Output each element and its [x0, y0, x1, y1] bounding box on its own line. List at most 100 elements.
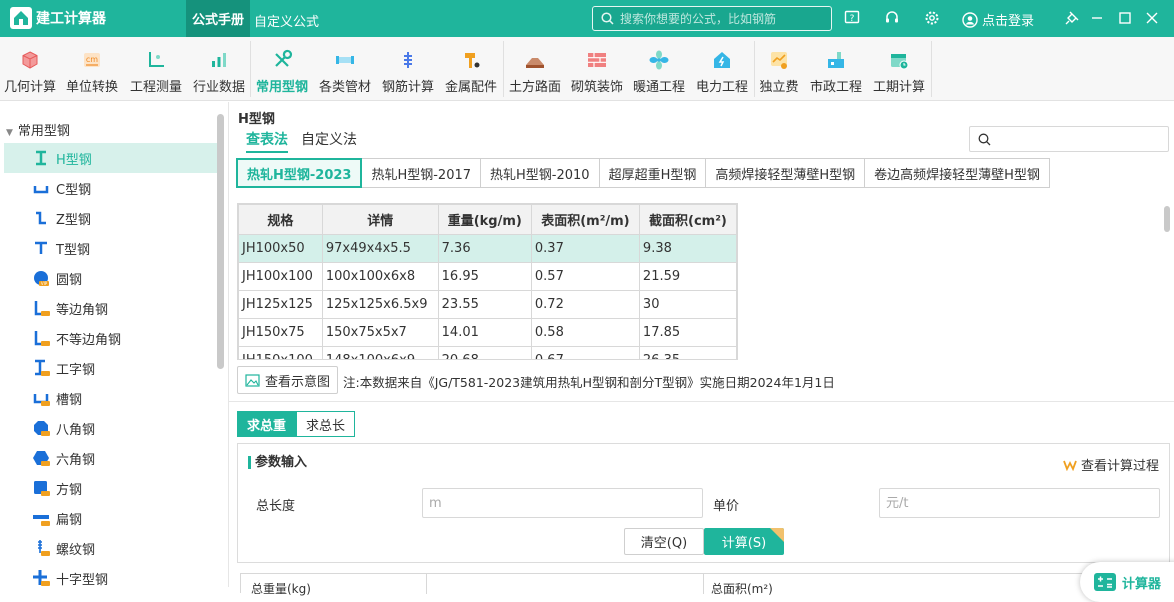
sidebar-item-rebar[interactable]: 螺纹钢 — [4, 533, 218, 563]
tool-independent-fee[interactable]: 独立费 — [756, 37, 802, 101]
tool-pipes[interactable]: 各类管材 — [314, 37, 376, 101]
divider — [703, 574, 704, 594]
cell: 148x100x6x9 — [321, 346, 439, 359]
cell: 0.37 — [530, 234, 640, 263]
table-search[interactable] — [969, 126, 1169, 152]
cell: JH125x125 — [238, 290, 323, 319]
caret-down-icon: ▼ — [6, 128, 13, 138]
sidebar-item-i-beam[interactable]: 工字钢 — [4, 353, 218, 383]
clear-button[interactable]: 清空(Q) — [624, 528, 704, 555]
round-bar-icon: VIP — [32, 269, 50, 287]
view-process-link[interactable]: 查看计算过程 — [1063, 455, 1159, 474]
std-tab-2010[interactable]: 热轧H型钢-2010 — [480, 158, 600, 188]
tool-municipal[interactable]: 市政工程 — [805, 37, 867, 101]
result-row: 总重量(kg) 总面积(m²) — [240, 573, 1170, 596]
wrench-icon — [271, 49, 293, 71]
sidebar-item-octagon-bar[interactable]: 八角钢 — [4, 413, 218, 443]
headset-icon[interactable] — [883, 9, 901, 27]
sidebar-item-t-section[interactable]: T型钢 — [4, 233, 218, 263]
vip-corner-badge — [770, 528, 784, 542]
tool-power[interactable]: 电力工程 — [691, 37, 753, 101]
tool-schedule[interactable]: 工期计算 — [869, 37, 929, 101]
col-header: 截面积(cm²) — [638, 204, 737, 235]
divider — [426, 574, 427, 594]
table-row[interactable]: JH150x75 150x75x5x7 14.01 0.58 17.85 — [238, 318, 737, 347]
tool-metal-fittings[interactable]: 金属配件 — [441, 37, 501, 101]
sidebar: ▼ 常用型钢 H型钢 C型钢 Z型钢 T型钢 VIP 圆钢 等边角钢 不等边角钢 工… — [0, 102, 229, 588]
calculate-button[interactable]: 计算(S) — [704, 528, 784, 555]
sidebar-item-channel[interactable]: 槽钢 — [4, 383, 218, 413]
cell: 0.58 — [530, 318, 640, 347]
axis-icon — [145, 49, 167, 71]
maximize-icon[interactable] — [1116, 9, 1134, 27]
sidebar-group[interactable]: ▼ 常用型钢 — [6, 120, 70, 139]
sidebar-item-h-beam[interactable]: H型钢 — [4, 143, 218, 173]
std-tab-heavy[interactable]: 超厚超重H型钢 — [598, 158, 707, 188]
cell: 0.67 — [530, 346, 640, 359]
tab-total-length[interactable]: 求总长 — [296, 411, 356, 437]
global-search-input[interactable] — [620, 11, 820, 26]
tab-total-weight[interactable]: 求总重 — [237, 411, 297, 437]
unit-price-input[interactable] — [879, 488, 1160, 518]
std-tab-2017[interactable]: 热轧H型钢-2017 — [361, 158, 482, 188]
tool-survey[interactable]: 工程测量 — [124, 37, 188, 101]
sidebar-item-z-section[interactable]: Z型钢 — [4, 203, 218, 233]
table-row[interactable]: JH150x100148x100x6x920.680.6726.35 — [238, 346, 737, 359]
table-row[interactable]: JH125x125 125x125x6.5x9 23.55 0.72 30 — [238, 290, 737, 319]
login-button[interactable]: 点击登录 — [962, 10, 1034, 29]
equal-angle-icon — [32, 299, 50, 317]
sidebar-item-square-bar[interactable]: 方钢 — [4, 473, 218, 503]
sidebar-item-c-channel[interactable]: C型钢 — [4, 173, 218, 203]
std-tab-hf-welded-lipped[interactable]: 卷边高频焊接轻型薄壁H型钢 — [864, 158, 1050, 188]
tool-steel-sections[interactable]: 常用型钢 — [252, 37, 312, 101]
main-panel: H型钢 查表法 自定义法 热轧H型钢-2023 热轧H型钢-2017 热轧H型钢… — [229, 102, 1174, 596]
tool-geometry[interactable]: 几何计算 — [0, 37, 60, 101]
view-diagram-button[interactable]: 查看示意图 — [237, 366, 339, 394]
pin-icon[interactable] — [1063, 9, 1081, 27]
municipal-icon — [825, 49, 847, 71]
tool-masonry[interactable]: 砌筑装饰 — [567, 37, 627, 101]
sidebar-item-cross-section[interactable]: 十字型钢 — [4, 563, 218, 593]
calculator-float-button[interactable]: 计算器 — [1080, 562, 1174, 602]
param-panel: 参数输入 查看计算过程 总长度 单价 清空(Q) 计算(S) — [237, 443, 1170, 563]
sidebar-item-unequal-angle[interactable]: 不等边角钢 — [4, 323, 218, 353]
image-icon — [245, 373, 260, 387]
cell: 0.57 — [530, 262, 640, 291]
table-row[interactable]: JH100x100 100x100x6x8 16.95 0.57 21.59 — [238, 262, 737, 291]
tool-industry-data[interactable]: 行业数据 — [189, 37, 249, 101]
close-icon[interactable] — [1143, 9, 1161, 27]
search-icon — [601, 12, 614, 25]
col-header: 重量(kg/m) — [437, 204, 532, 235]
table-row[interactable]: JH100x50 97x49x4x5.5 7.36 0.37 9.38 — [238, 234, 737, 263]
cell: JH100x100 — [238, 262, 323, 291]
tab-custom-method[interactable]: 自定义法 — [301, 129, 357, 149]
minimize-icon[interactable] — [1088, 9, 1106, 27]
search-icon — [978, 133, 991, 145]
sidebar-item-round-bar[interactable]: VIP 圆钢 — [4, 263, 218, 293]
tool-rebar[interactable]: 钢筋计算 — [377, 37, 439, 101]
table-header-row: 规格 详情 重量(kg/m) 表面积(m²/m) 截面积(cm²) — [238, 204, 737, 235]
std-tab-2023[interactable]: 热轧H型钢-2023 — [236, 158, 363, 188]
total-length-input[interactable] — [422, 488, 703, 518]
calendar-icon — [888, 49, 910, 71]
settings-gear-icon[interactable] — [923, 9, 941, 27]
flat-bar-icon — [32, 509, 50, 527]
tool-unit-convert[interactable]: cm 单位转换 — [61, 37, 123, 101]
sidebar-item-flat-bar[interactable]: 扁钢 — [4, 503, 218, 533]
sidebar-item-hexagon-bar[interactable]: 六角钢 — [4, 443, 218, 473]
sidebar-scrollbar[interactable] — [217, 114, 224, 369]
total-area-label: 总面积(m²) — [711, 582, 773, 596]
help-icon[interactable]: ? — [843, 9, 861, 27]
standard-tabs: 热轧H型钢-2023 热轧H型钢-2017 热轧H型钢-2010 超厚超重H型钢… — [236, 158, 1050, 188]
nav-custom-formula[interactable]: 自定义公式 — [254, 11, 319, 30]
tab-lookup-table[interactable]: 查表法 — [246, 129, 288, 153]
cube-icon — [19, 49, 41, 71]
main-scrollbar[interactable] — [1164, 206, 1170, 232]
nav-formula-manual[interactable]: 公式手册 — [186, 0, 250, 37]
global-search[interactable] — [592, 6, 832, 31]
tool-hvac[interactable]: 暖通工程 — [629, 37, 689, 101]
std-tab-hf-welded[interactable]: 高频焊接轻型薄壁H型钢 — [705, 158, 866, 188]
tool-earthwork[interactable]: 土方路面 — [505, 37, 565, 101]
sidebar-item-equal-angle[interactable]: 等边角钢 — [4, 293, 218, 323]
title-bar: 建工计算器 公式手册 自定义公式 ? 点击登录 — [0, 0, 1174, 37]
